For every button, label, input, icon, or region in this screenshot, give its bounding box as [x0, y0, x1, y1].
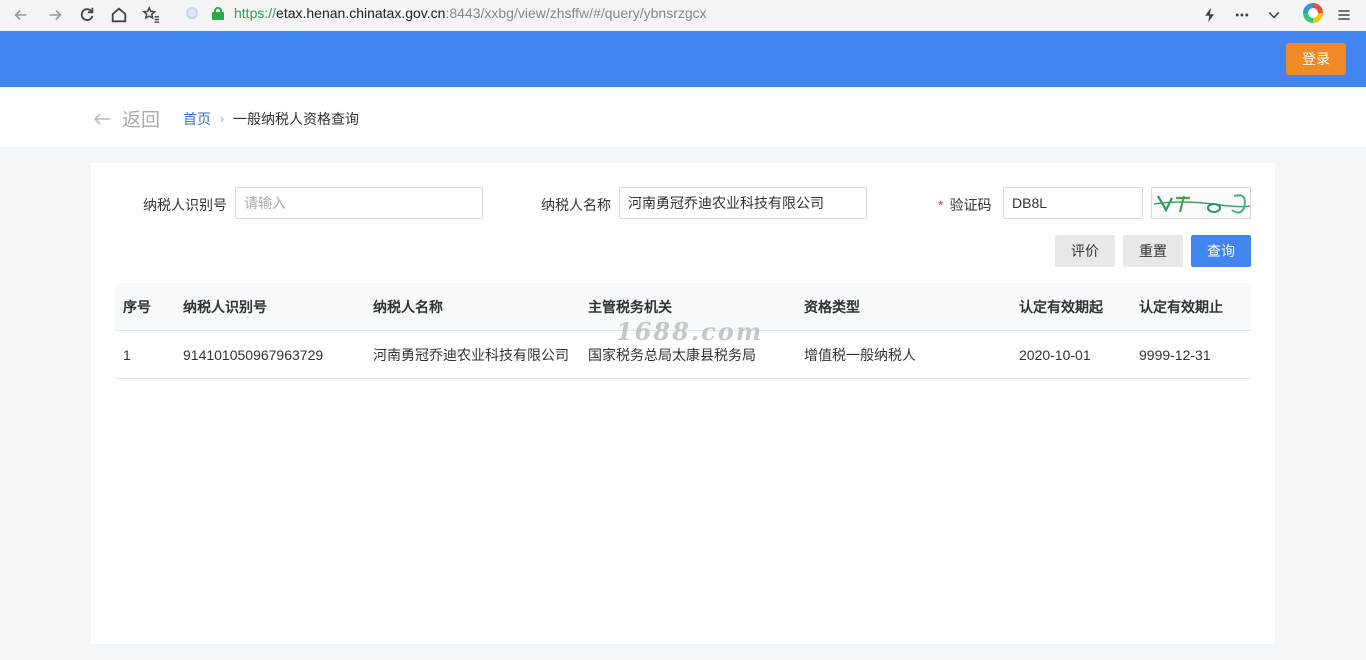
column-header-valid-to: 认定有效期止 — [1139, 299, 1223, 315]
chevron-down-icon[interactable] — [1262, 3, 1286, 27]
column-header-taxpayer-name: 纳税人名称 — [373, 299, 443, 315]
cell-index: 1 — [123, 347, 131, 363]
address-bar[interactable]: https://etax.henan.chinatax.gov.cn:8443/… — [174, 0, 1294, 26]
cell-valid-from: 2020-10-01 — [1019, 347, 1091, 363]
breadcrumb-home-link[interactable]: 首页 — [183, 109, 211, 129]
back-arrow-icon — [93, 112, 110, 125]
cell-taxpayer-name: 河南勇冠乔迪农业科技有限公司 — [373, 347, 569, 363]
site-header: 登录 — [0, 31, 1366, 87]
column-header-valid-from: 认定有效期起 — [1019, 299, 1103, 315]
back-arrow-icon[interactable] — [9, 3, 33, 27]
results-table: 序号 纳税人识别号 纳税人名称 主管税务机关 资格类型 认定有效期起 认定有效期… — [115, 283, 1251, 379]
cell-taxpayer-id: 914101050967963729 — [183, 347, 324, 363]
cell-valid-to: 9999-12-31 — [1139, 347, 1211, 363]
reload-icon[interactable] — [75, 3, 99, 27]
back-button[interactable]: 返回 — [92, 105, 160, 132]
forward-arrow-icon[interactable] — [43, 3, 67, 27]
cell-tax-authority: 国家税务总局太康县税务局 — [588, 347, 756, 363]
breadcrumb-current: 一般纳税人资格查询 — [233, 111, 359, 127]
more-icon[interactable] — [1230, 3, 1254, 27]
reset-button[interactable]: 重置 — [1123, 235, 1183, 267]
captcha-label: * 验证码 — [938, 197, 992, 213]
browser-toolbar: https://etax.henan.chinatax.gov.cn:8443/… — [0, 0, 1366, 31]
back-label: 返回 — [122, 110, 161, 131]
login-button[interactable]: 登录 — [1286, 43, 1346, 75]
chevron-right-icon: › — [220, 112, 224, 126]
query-button[interactable]: 查询 — [1191, 235, 1251, 267]
home-icon[interactable] — [107, 3, 131, 27]
evaluate-button[interactable]: 评价 — [1055, 235, 1115, 267]
taxpayer-name-input[interactable] — [619, 187, 867, 219]
column-header-qualification-type: 资格类型 — [804, 299, 860, 315]
captcha-input[interactable] — [1003, 187, 1143, 219]
site-info-icon[interactable] — [186, 7, 198, 19]
url-text[interactable]: https://etax.henan.chinatax.gov.cn:8443/… — [234, 5, 707, 21]
table-header: 序号 纳税人识别号 纳税人名称 主管税务机关 资格类型 认定有效期起 认定有效期… — [115, 283, 1251, 331]
lightning-icon[interactable] — [1198, 3, 1222, 27]
taxpayer-name-label: 纳税人名称 — [541, 197, 611, 213]
breadcrumb: 首页 › 一般纳税人资格查询 — [183, 109, 359, 129]
table-row: 1 914101050967963729 河南勇冠乔迪农业科技有限公司 国家税务… — [115, 331, 1251, 379]
captcha-image[interactable] — [1151, 187, 1251, 219]
column-header-index: 序号 — [123, 299, 151, 315]
taxpayer-id-input[interactable] — [235, 187, 483, 219]
extension-icon[interactable] — [1303, 3, 1323, 23]
required-mark: * — [938, 197, 944, 213]
lock-icon — [212, 6, 224, 20]
taxpayer-id-label: 纳税人识别号 — [143, 197, 227, 213]
cell-qualification-type: 增值税一般纳税人 — [804, 347, 916, 363]
bookmark-star-icon[interactable] — [139, 3, 163, 27]
breadcrumb-bar: 返回 首页 › 一般纳税人资格查询 — [0, 87, 1366, 147]
query-card: 纳税人识别号 纳税人名称 *验证码 评价 重置 查询 序号 纳税人识别号 纳税人… — [91, 163, 1275, 644]
column-header-taxpayer-id: 纳税人识别号 — [183, 299, 267, 315]
column-header-tax-authority: 主管税务机关 — [588, 299, 672, 315]
menu-icon[interactable] — [1332, 3, 1356, 27]
